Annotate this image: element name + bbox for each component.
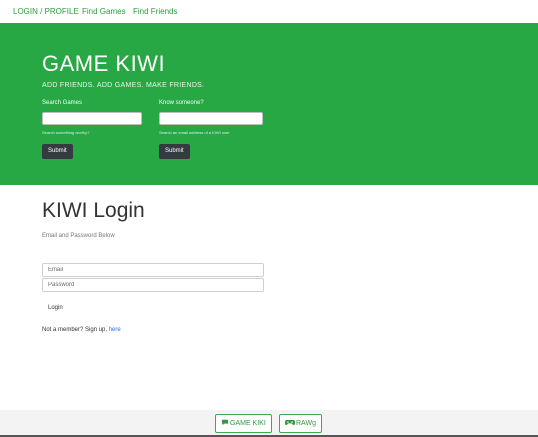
search-games-submit-button[interactable]: Submit [42, 144, 73, 159]
gamepad-icon [285, 420, 295, 426]
search-games-help: Search something worthy? [42, 130, 90, 135]
know-someone-submit-button[interactable]: Submit [159, 144, 190, 159]
hero-subtitle: ADD FRIENDS. ADD GAMES. MAKE FRIENDS. [42, 82, 205, 89]
search-games-label: Search Games [42, 100, 83, 106]
top-nav: LOGIN / PROFILE Find Games Find Friends [0, 0, 538, 23]
search-games-input[interactable] [42, 112, 142, 125]
hero-title: GAME KIWI [42, 51, 166, 76]
game-kiki-label: GAME KIKI [230, 420, 266, 427]
know-someone-label: Know someone? [159, 100, 204, 106]
rawg-button[interactable]: RAWg [279, 414, 322, 433]
footer-bar: GAME KIKI RAWg [0, 410, 538, 437]
email-field[interactable] [42, 263, 264, 277]
signup-text: Not a member? Sign up, [42, 327, 108, 333]
game-kiki-button[interactable]: GAME KIKI [215, 414, 272, 433]
signup-prompt: Not a member? Sign up, here [42, 327, 121, 333]
nav-login-profile[interactable]: LOGIN / PROFILE [13, 7, 79, 16]
login-button[interactable]: Login [44, 301, 67, 314]
nav-find-friends[interactable]: Find Friends [133, 7, 177, 16]
password-field[interactable] [42, 278, 264, 292]
chat-icon [221, 419, 229, 426]
login-title: KIWI Login [42, 199, 145, 222]
know-someone-help: Search an email address of a KIWI user [159, 130, 230, 135]
know-someone-input[interactable] [159, 112, 263, 125]
login-subtitle: Email and Password Below [42, 233, 115, 239]
hero-banner: GAME KIWI ADD FRIENDS. ADD GAMES. MAKE F… [0, 23, 538, 185]
nav-find-games[interactable]: Find Games [82, 7, 126, 16]
signup-link[interactable]: here [109, 327, 121, 333]
rawg-label: RAWg [296, 420, 316, 427]
